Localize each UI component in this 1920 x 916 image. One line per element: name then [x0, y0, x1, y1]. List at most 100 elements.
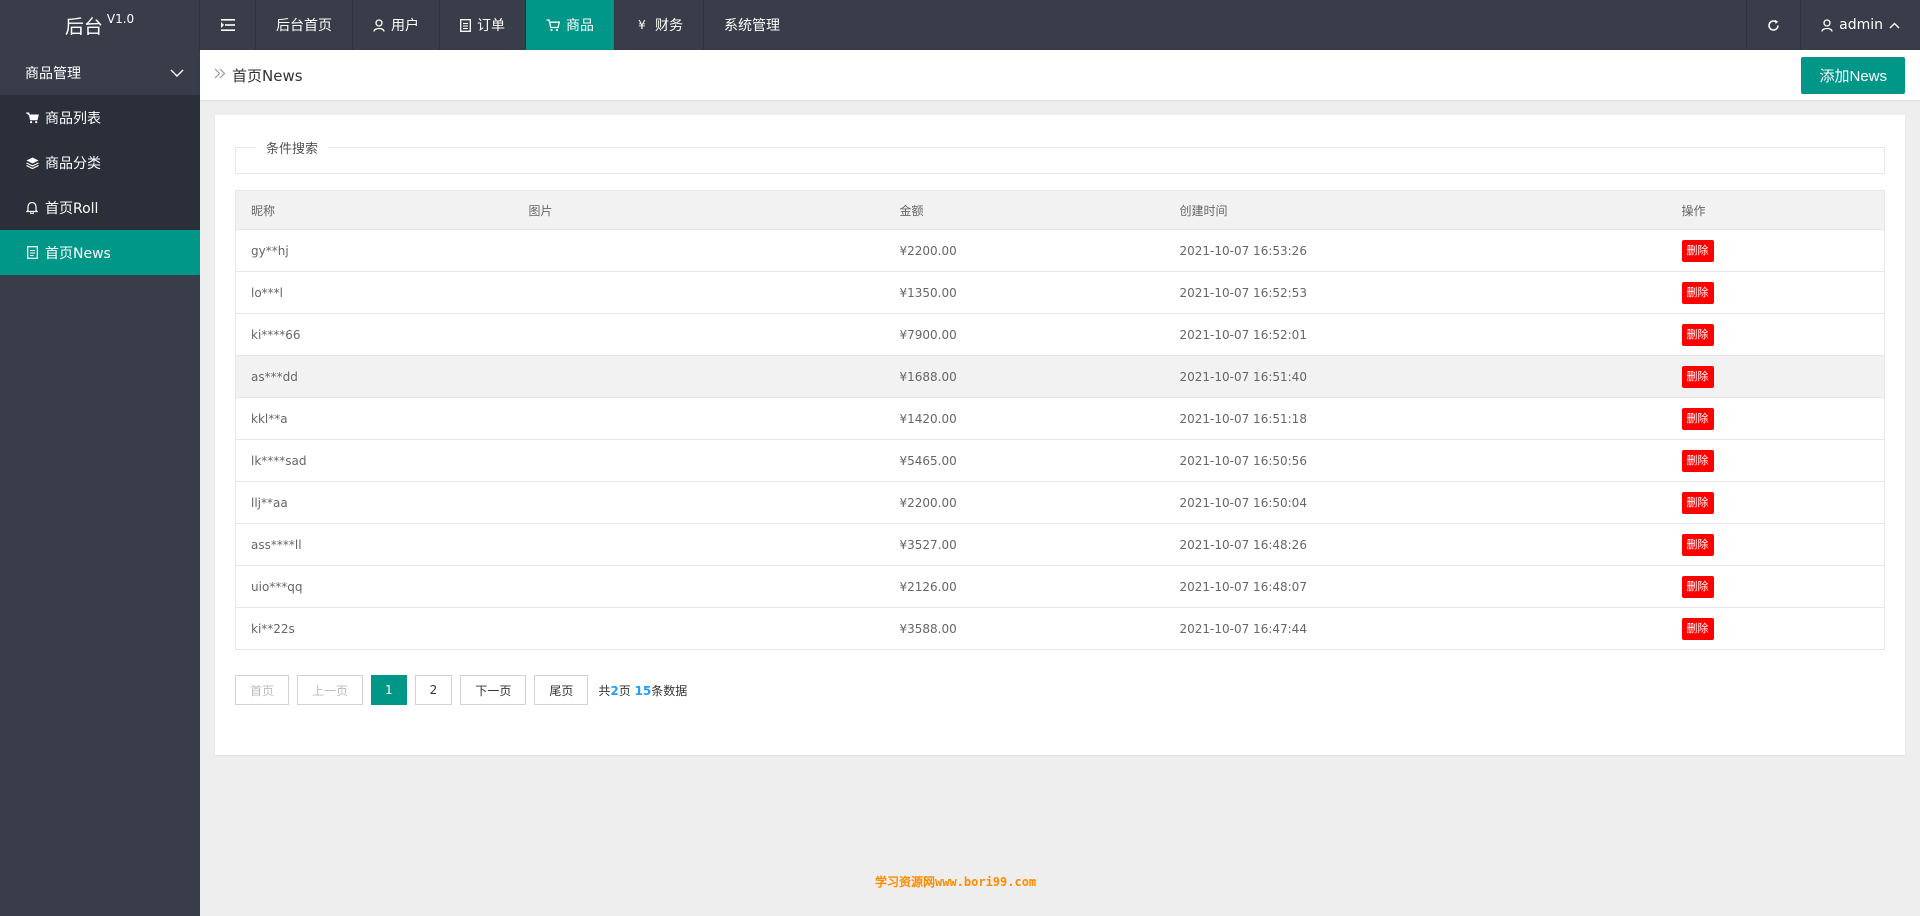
delete-button[interactable]: 删除 — [1681, 407, 1714, 430]
cell-created-time: 2021-10-07 16:52:01 — [1164, 313, 1667, 356]
chevron-down-icon — [170, 69, 184, 77]
cell-created-time: 2021-10-07 16:51:18 — [1164, 397, 1667, 440]
cell-actions: 删除 — [1666, 271, 1885, 314]
double-chevron-right-icon — [214, 68, 226, 83]
breadcrumb-current[interactable]: 首页News — [232, 65, 303, 86]
pager-items-suffix: 条数据 — [651, 683, 688, 698]
column-header-amount[interactable]: 金额 — [884, 190, 1165, 230]
cell-nickname: ass****ll — [235, 523, 514, 566]
cell-actions: 删除 — [1666, 523, 1885, 566]
content-card: 条件搜索 昵称 图片 金额 创建时间 操作 gy**hj ¥2200.00 2021… — [215, 115, 1905, 755]
cell-amount: ¥1688.00 — [884, 355, 1165, 398]
add-news-button[interactable]: 添加News — [1801, 57, 1905, 94]
refresh-button[interactable] — [1746, 0, 1800, 50]
table-row: lo***l ¥1350.00 2021-10-07 16:52:53 删除 — [235, 271, 1885, 314]
cell-amount: ¥2200.00 — [884, 481, 1165, 524]
cell-nickname: ki**22s — [235, 607, 514, 650]
table-row: lk****sad ¥5465.00 2021-10-07 16:50:56 删除 — [235, 439, 1885, 482]
delete-button[interactable]: 删除 — [1681, 449, 1714, 472]
sidebar-item-product-list[interactable]: 商品列表 — [0, 95, 200, 140]
pager-info: 共2页 15条数据 — [598, 682, 687, 699]
sidebar-item-product-category[interactable]: 商品分类 — [0, 140, 200, 185]
cell-amount: ¥7900.00 — [884, 313, 1165, 356]
table-row: ass****ll ¥3527.00 2021-10-07 16:48:26 删除 — [235, 523, 1885, 566]
cell-amount: ¥1350.00 — [884, 271, 1165, 314]
cell-amount: ¥3588.00 — [884, 607, 1165, 650]
user-icon — [373, 18, 385, 32]
user-menu[interactable]: admin — [1800, 0, 1920, 50]
cell-actions: 删除 — [1666, 607, 1885, 650]
sidebar-item-label: 商品分类 — [45, 155, 101, 172]
cell-created-time: 2021-10-07 16:48:26 — [1164, 523, 1667, 566]
note-icon — [25, 246, 39, 259]
column-header-image[interactable]: 图片 — [513, 190, 885, 230]
pager-total-pages: 2 — [610, 683, 619, 698]
table-row: as***dd ¥1688.00 2021-10-07 16:51:40 删除 — [235, 355, 1885, 398]
sidebar-item-label: 首页Roll — [45, 200, 99, 217]
watermark-text: 学习资源网www.bori99.com — [875, 875, 1037, 889]
top-nav: 后台首页 用户 订单 商品 ¥ 财务 系统管理 — [200, 0, 800, 50]
pager-first-button[interactable]: 首页 — [235, 675, 290, 705]
delete-button[interactable]: 删除 — [1681, 617, 1714, 640]
pager-last-button[interactable]: 尾页 — [534, 675, 589, 705]
pagination: 首页 上一页 1 2 下一页 尾页 共2页 15条数据 — [235, 675, 687, 705]
nav-item-system[interactable]: 系统管理 — [704, 0, 800, 50]
nav-item-orders[interactable]: 订单 — [440, 0, 526, 50]
nav-item-label: 财务 — [655, 18, 683, 34]
pager-prev-button[interactable]: 上一页 — [297, 675, 364, 705]
nav-item-home[interactable]: 后台首页 — [256, 0, 353, 50]
cell-nickname: llj**aa — [235, 481, 514, 524]
cell-nickname: kkl**a — [235, 397, 514, 440]
delete-button[interactable]: 删除 — [1681, 281, 1714, 304]
column-header-nickname[interactable]: 昵称 — [235, 190, 514, 230]
cell-created-time: 2021-10-07 16:52:53 — [1164, 271, 1667, 314]
app-logo[interactable]: 后台 V1.0 — [0, 0, 200, 50]
delete-button[interactable]: 删除 — [1681, 323, 1714, 346]
cell-created-time: 2021-10-07 16:48:07 — [1164, 565, 1667, 608]
refresh-icon — [1768, 19, 1779, 31]
cell-amount: ¥5465.00 — [884, 439, 1165, 482]
cell-amount: ¥1420.00 — [884, 397, 1165, 440]
menu-icon — [220, 19, 235, 31]
table-row: llj**aa ¥2200.00 2021-10-07 16:50:04 删除 — [235, 481, 1885, 524]
delete-button[interactable]: 删除 — [1681, 575, 1714, 598]
cell-actions: 删除 — [1666, 313, 1885, 356]
pager-next-button[interactable]: 下一页 — [460, 675, 527, 705]
delete-button[interactable]: 删除 — [1681, 533, 1714, 556]
table-row: uio***qq ¥2126.00 2021-10-07 16:48:07 删除 — [235, 565, 1885, 608]
column-header-actions[interactable]: 操作 — [1666, 190, 1885, 230]
column-header-created-time[interactable]: 创建时间 — [1164, 190, 1667, 230]
cell-created-time: 2021-10-07 16:53:26 — [1164, 229, 1667, 272]
cell-nickname: as***dd — [235, 355, 514, 398]
nav-item-label: 系统管理 — [724, 18, 780, 34]
pager-page-2[interactable]: 2 — [414, 675, 453, 705]
table-header-row: 昵称 图片 金额 创建时间 操作 — [235, 190, 1885, 230]
table-row: ki****66 ¥7900.00 2021-10-07 16:52:01 删除 — [235, 313, 1885, 356]
menu-toggle-button[interactable] — [200, 0, 256, 50]
cell-nickname: lk****sad — [235, 439, 514, 482]
sidebar-item-home-roll[interactable]: 首页Roll — [0, 185, 200, 230]
nav-item-label: 商品 — [566, 18, 594, 34]
cell-actions: 删除 — [1666, 565, 1885, 608]
pager-page-1[interactable]: 1 — [371, 675, 407, 705]
top-nav-right: admin — [1746, 0, 1920, 50]
delete-button[interactable]: 删除 — [1681, 239, 1714, 262]
cell-amount: ¥3527.00 — [884, 523, 1165, 566]
nav-item-label: 订单 — [477, 18, 505, 34]
delete-button[interactable]: 删除 — [1681, 365, 1714, 388]
cell-image — [513, 397, 885, 440]
nav-item-users[interactable]: 用户 — [353, 0, 440, 50]
delete-button[interactable]: 删除 — [1681, 491, 1714, 514]
chevron-up-icon — [1889, 22, 1900, 28]
app-title: 后台 — [64, 15, 103, 38]
nav-item-finance[interactable]: ¥ 财务 — [615, 0, 704, 50]
search-legend: 条件搜索 — [256, 138, 329, 157]
nav-item-products[interactable]: 商品 — [526, 0, 615, 50]
sidebar-group-label: 商品管理 — [25, 65, 81, 82]
table-row: kkl**a ¥1420.00 2021-10-07 16:51:18 删除 — [235, 397, 1885, 440]
sidebar-item-home-news[interactable]: 首页News — [0, 230, 200, 275]
cell-actions: 删除 — [1666, 355, 1885, 398]
layers-icon — [25, 157, 39, 169]
cart-icon — [25, 111, 39, 124]
sidebar-group-products[interactable]: 商品管理 — [0, 50, 200, 95]
